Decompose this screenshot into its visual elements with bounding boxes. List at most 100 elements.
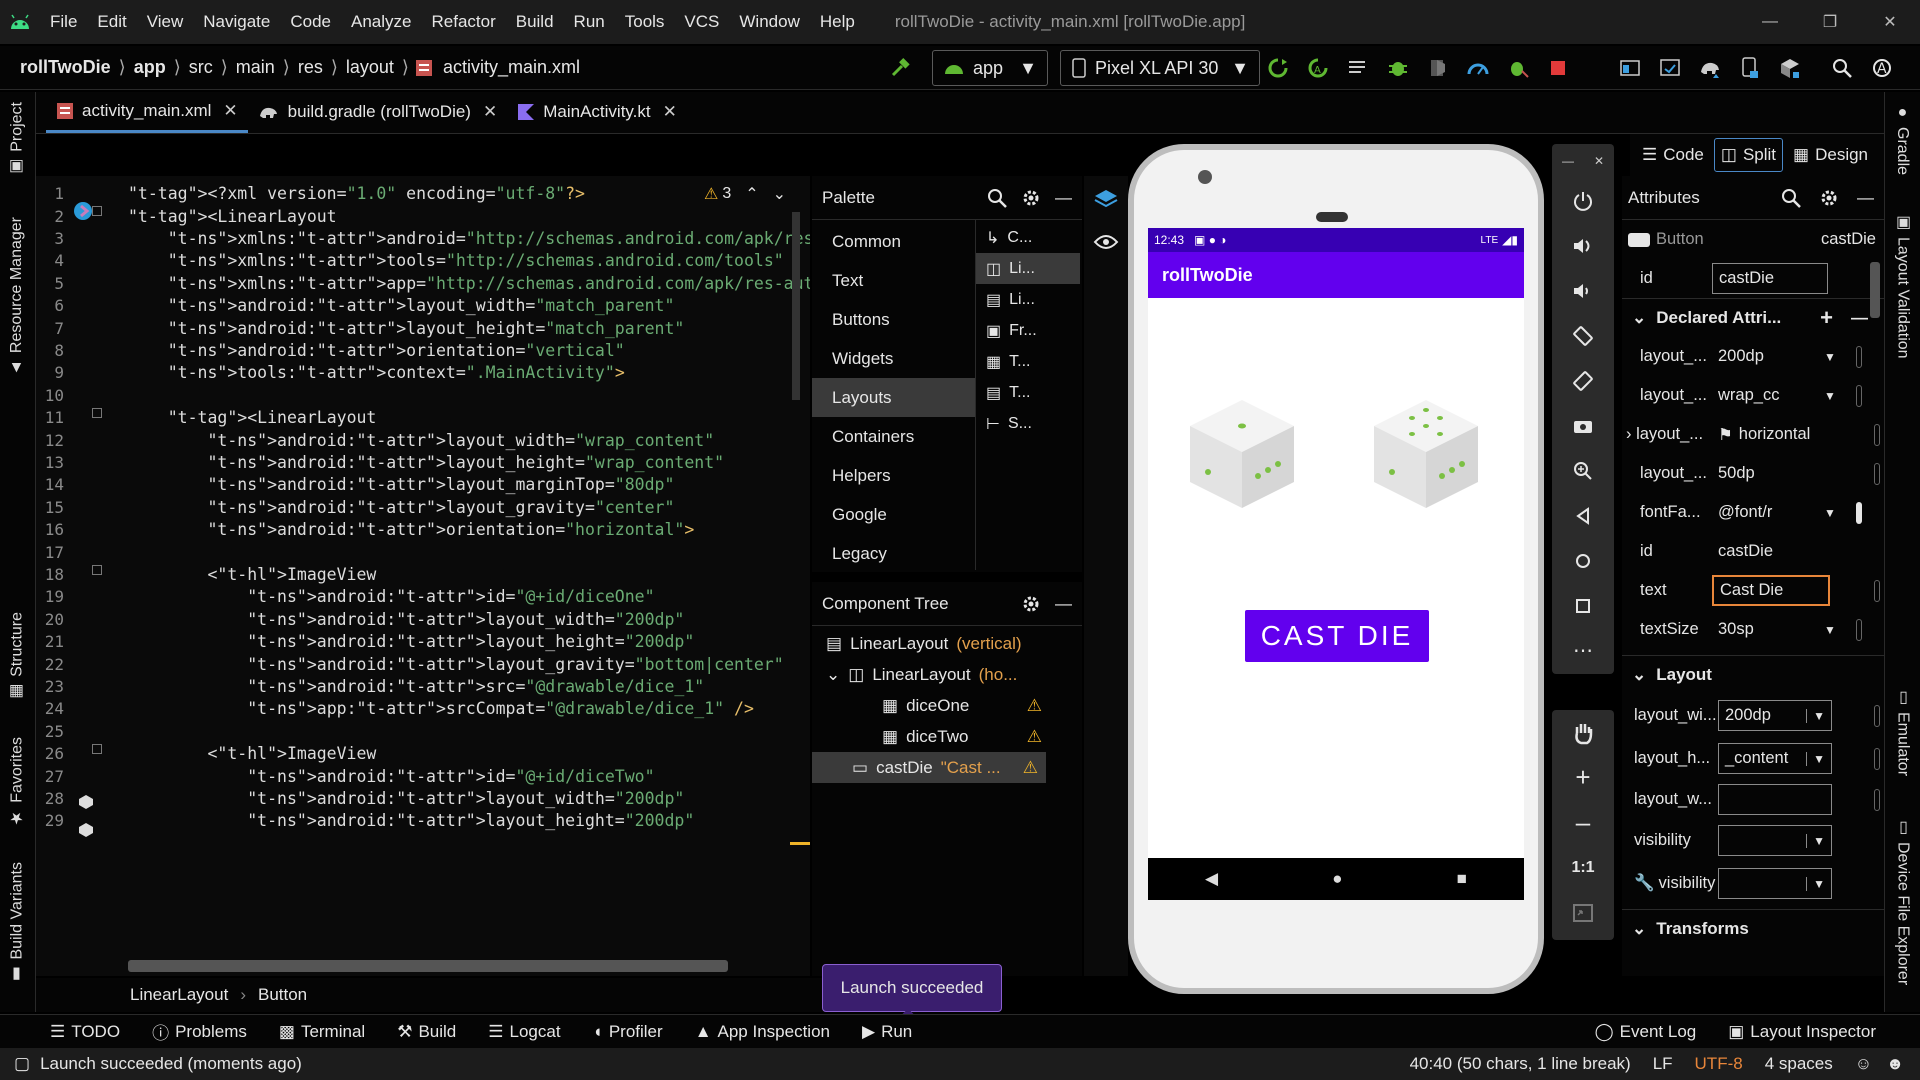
close-tab-icon[interactable]: ✕	[483, 102, 497, 122]
caret-position[interactable]: 40:40 (50 chars, 1 line break)	[1410, 1054, 1631, 1074]
dropdown-arrow-icon[interactable]: ▼	[1824, 506, 1836, 520]
chevron-right-icon[interactable]: ›	[1626, 425, 1632, 443]
dice-two-image[interactable]	[1370, 396, 1482, 512]
palette-cat-containers[interactable]: Containers	[812, 417, 975, 456]
palette-item-linear-vertical[interactable]: ▤ Li...	[976, 284, 1080, 315]
eye-icon[interactable]	[1084, 220, 1128, 264]
split-view-button[interactable]: ◫ Split	[1713, 138, 1784, 172]
code-line[interactable]: 29 "t-ns">android:"t-attr">layout_height…	[36, 807, 810, 835]
warning-icon[interactable]: ⚠	[1023, 758, 1038, 778]
layout-attr-row[interactable]: layout_wi... 200dp ▼	[1622, 694, 1884, 737]
tool-windows-toggle-icon[interactable]: ▢	[14, 1054, 30, 1074]
declared-attr-row[interactable]: id castDie	[1622, 532, 1884, 571]
close-emulator-icon[interactable]: ✕	[1594, 154, 1604, 168]
attributes-scrollbar[interactable]	[1870, 262, 1880, 318]
declared-attr-row[interactable]: layout_... wrap_cc ▼	[1622, 376, 1884, 415]
layers-icon[interactable]	[1084, 176, 1128, 220]
gutter-layout-icon[interactable]	[72, 200, 94, 222]
terminal-tool-button[interactable]: ▩ Terminal	[263, 1022, 381, 1042]
volume-up-icon[interactable]	[1552, 223, 1614, 268]
visibility-row[interactable]: visibility ▼	[1622, 819, 1884, 862]
attr-toggle[interactable]	[1855, 501, 1862, 524]
run-tool-button[interactable]: ▶ Run	[846, 1022, 928, 1042]
restore-icon[interactable]: ❐	[1800, 0, 1860, 44]
next-highlight-icon[interactable]: ⌄	[773, 184, 786, 204]
menu-help[interactable]: Help	[810, 12, 865, 32]
attr-toggle[interactable]	[1874, 423, 1880, 446]
tree-row-root-layout[interactable]: ▤ LinearLayout (vertical)	[812, 628, 1082, 659]
attr-toggle[interactable]	[1874, 462, 1880, 485]
more-options-icon[interactable]: ⋯	[1552, 628, 1614, 673]
tab-main-activity[interactable]: MainActivity.kt ✕	[507, 91, 687, 133]
menu-edit[interactable]: Edit	[87, 12, 136, 32]
avd-manager-icon[interactable]	[1730, 50, 1770, 86]
favorites-tool-button[interactable]: ★ Favorites	[8, 737, 27, 828]
sdk-manager-icon[interactable]	[1770, 50, 1810, 86]
device-screen[interactable]: 12:43 ▣ ● ◑ LTE ◢▮ rollTwoDie CAST DIE ◀	[1148, 228, 1524, 900]
breadcrumb-layout[interactable]: layout	[340, 57, 400, 78]
stop-icon[interactable]	[1538, 50, 1578, 86]
tree-row-cast-die[interactable]: ▭ castDie "Cast ... ⚠	[812, 752, 1046, 783]
indent-setting[interactable]: 4 spaces	[1765, 1054, 1833, 1074]
transforms-section[interactable]: ⌄ Transforms	[1622, 909, 1884, 948]
attr-toggle[interactable]	[1855, 618, 1862, 641]
tab-activity-main[interactable]: activity_main.xml ✕	[46, 91, 248, 133]
pan-hand-icon[interactable]	[1552, 710, 1614, 755]
coverage-icon[interactable]	[1418, 50, 1458, 86]
apply-changes-restart-icon[interactable]	[1258, 50, 1298, 86]
declared-attr-row[interactable]: layout_... 200dp ▼	[1622, 337, 1884, 376]
attr-toggle[interactable]	[1855, 345, 1862, 368]
build-tool-button[interactable]: ⚒ Build	[381, 1022, 472, 1042]
tools-visibility-row[interactable]: 🔧 visibility ▼	[1622, 862, 1884, 905]
project-structure-icon[interactable]	[1610, 50, 1650, 86]
id-input[interactable]: castDie	[1712, 263, 1828, 294]
declared-attr-row[interactable]: layout_... 50dp	[1622, 454, 1884, 493]
breadcrumb-linear-layout[interactable]: LinearLayout	[130, 985, 228, 1005]
design-view-button[interactable]: ▦ Design	[1787, 138, 1874, 172]
dropdown-arrow-icon[interactable]: ▼	[1824, 623, 1836, 637]
run-config-dropdown[interactable]: app ▼	[932, 50, 1048, 86]
layout-validation-tool-button[interactable]: ▣ Layout Validation	[1893, 212, 1912, 359]
volume-down-icon[interactable]	[1552, 268, 1614, 313]
menu-analyze[interactable]: Analyze	[341, 12, 421, 32]
emulator-tool-button[interactable]: ▯ Emulator	[1893, 687, 1912, 776]
palette-item-constraint[interactable]: ↳ C...	[976, 222, 1080, 253]
palette-item-space[interactable]: ⊢ S...	[976, 408, 1080, 439]
profile-icon[interactable]	[1458, 50, 1498, 86]
notification-face-icon[interactable]: ☻	[1886, 1054, 1904, 1074]
rotate-right-icon[interactable]	[1552, 358, 1614, 403]
close-window-icon[interactable]: ✕	[1860, 0, 1920, 44]
search-icon[interactable]	[987, 188, 1007, 208]
gradle-elephant-icon[interactable]	[1690, 50, 1730, 86]
code-view-button[interactable]: ☰ Code	[1636, 138, 1710, 172]
zoom-to-fit-icon[interactable]	[1552, 890, 1614, 935]
zoom-in-icon[interactable]: +	[1552, 755, 1614, 800]
fold-marker-icon[interactable]	[92, 744, 102, 754]
palette-cat-helpers[interactable]: Helpers	[812, 456, 975, 495]
zoom-out-icon[interactable]: –	[1552, 800, 1614, 845]
fold-marker-icon[interactable]	[92, 408, 102, 418]
attr-toggle[interactable]	[1874, 747, 1880, 770]
rotate-left-icon[interactable]	[1552, 313, 1614, 358]
text-input[interactable]: Cast Die	[1712, 575, 1830, 606]
tab-build-gradle[interactable]: build.gradle (rollTwoDie) ✕	[248, 91, 508, 133]
breadcrumb-main[interactable]: main	[230, 57, 281, 78]
palette-cat-common[interactable]: Common	[812, 222, 975, 261]
breadcrumb-module[interactable]: app	[128, 57, 172, 78]
menu-navigate[interactable]: Navigate	[193, 12, 280, 32]
menu-tools[interactable]: Tools	[615, 12, 675, 32]
palette-cat-legacy[interactable]: Legacy	[812, 534, 975, 573]
project-tool-button[interactable]: ▣ Project	[8, 102, 27, 177]
warning-icon[interactable]: ⚠	[1027, 696, 1042, 716]
chevron-down-icon[interactable]: ⌄	[826, 665, 840, 685]
menu-build[interactable]: Build	[506, 12, 564, 32]
palette-cat-widgets[interactable]: Widgets	[812, 339, 975, 378]
palette-item-table[interactable]: ▦ T...	[976, 346, 1080, 377]
palette-item-tablerow[interactable]: ▤ T...	[976, 377, 1080, 408]
palette-item-linear-horizontal[interactable]: ◫ Li...	[976, 253, 1080, 284]
declared-attr-row[interactable]: text Cast Die	[1622, 571, 1884, 610]
menu-refactor[interactable]: Refactor	[421, 12, 505, 32]
breadcrumb-res[interactable]: res	[292, 57, 329, 78]
dice-one-image[interactable]	[1186, 396, 1298, 512]
palette-cat-text[interactable]: Text	[812, 261, 975, 300]
